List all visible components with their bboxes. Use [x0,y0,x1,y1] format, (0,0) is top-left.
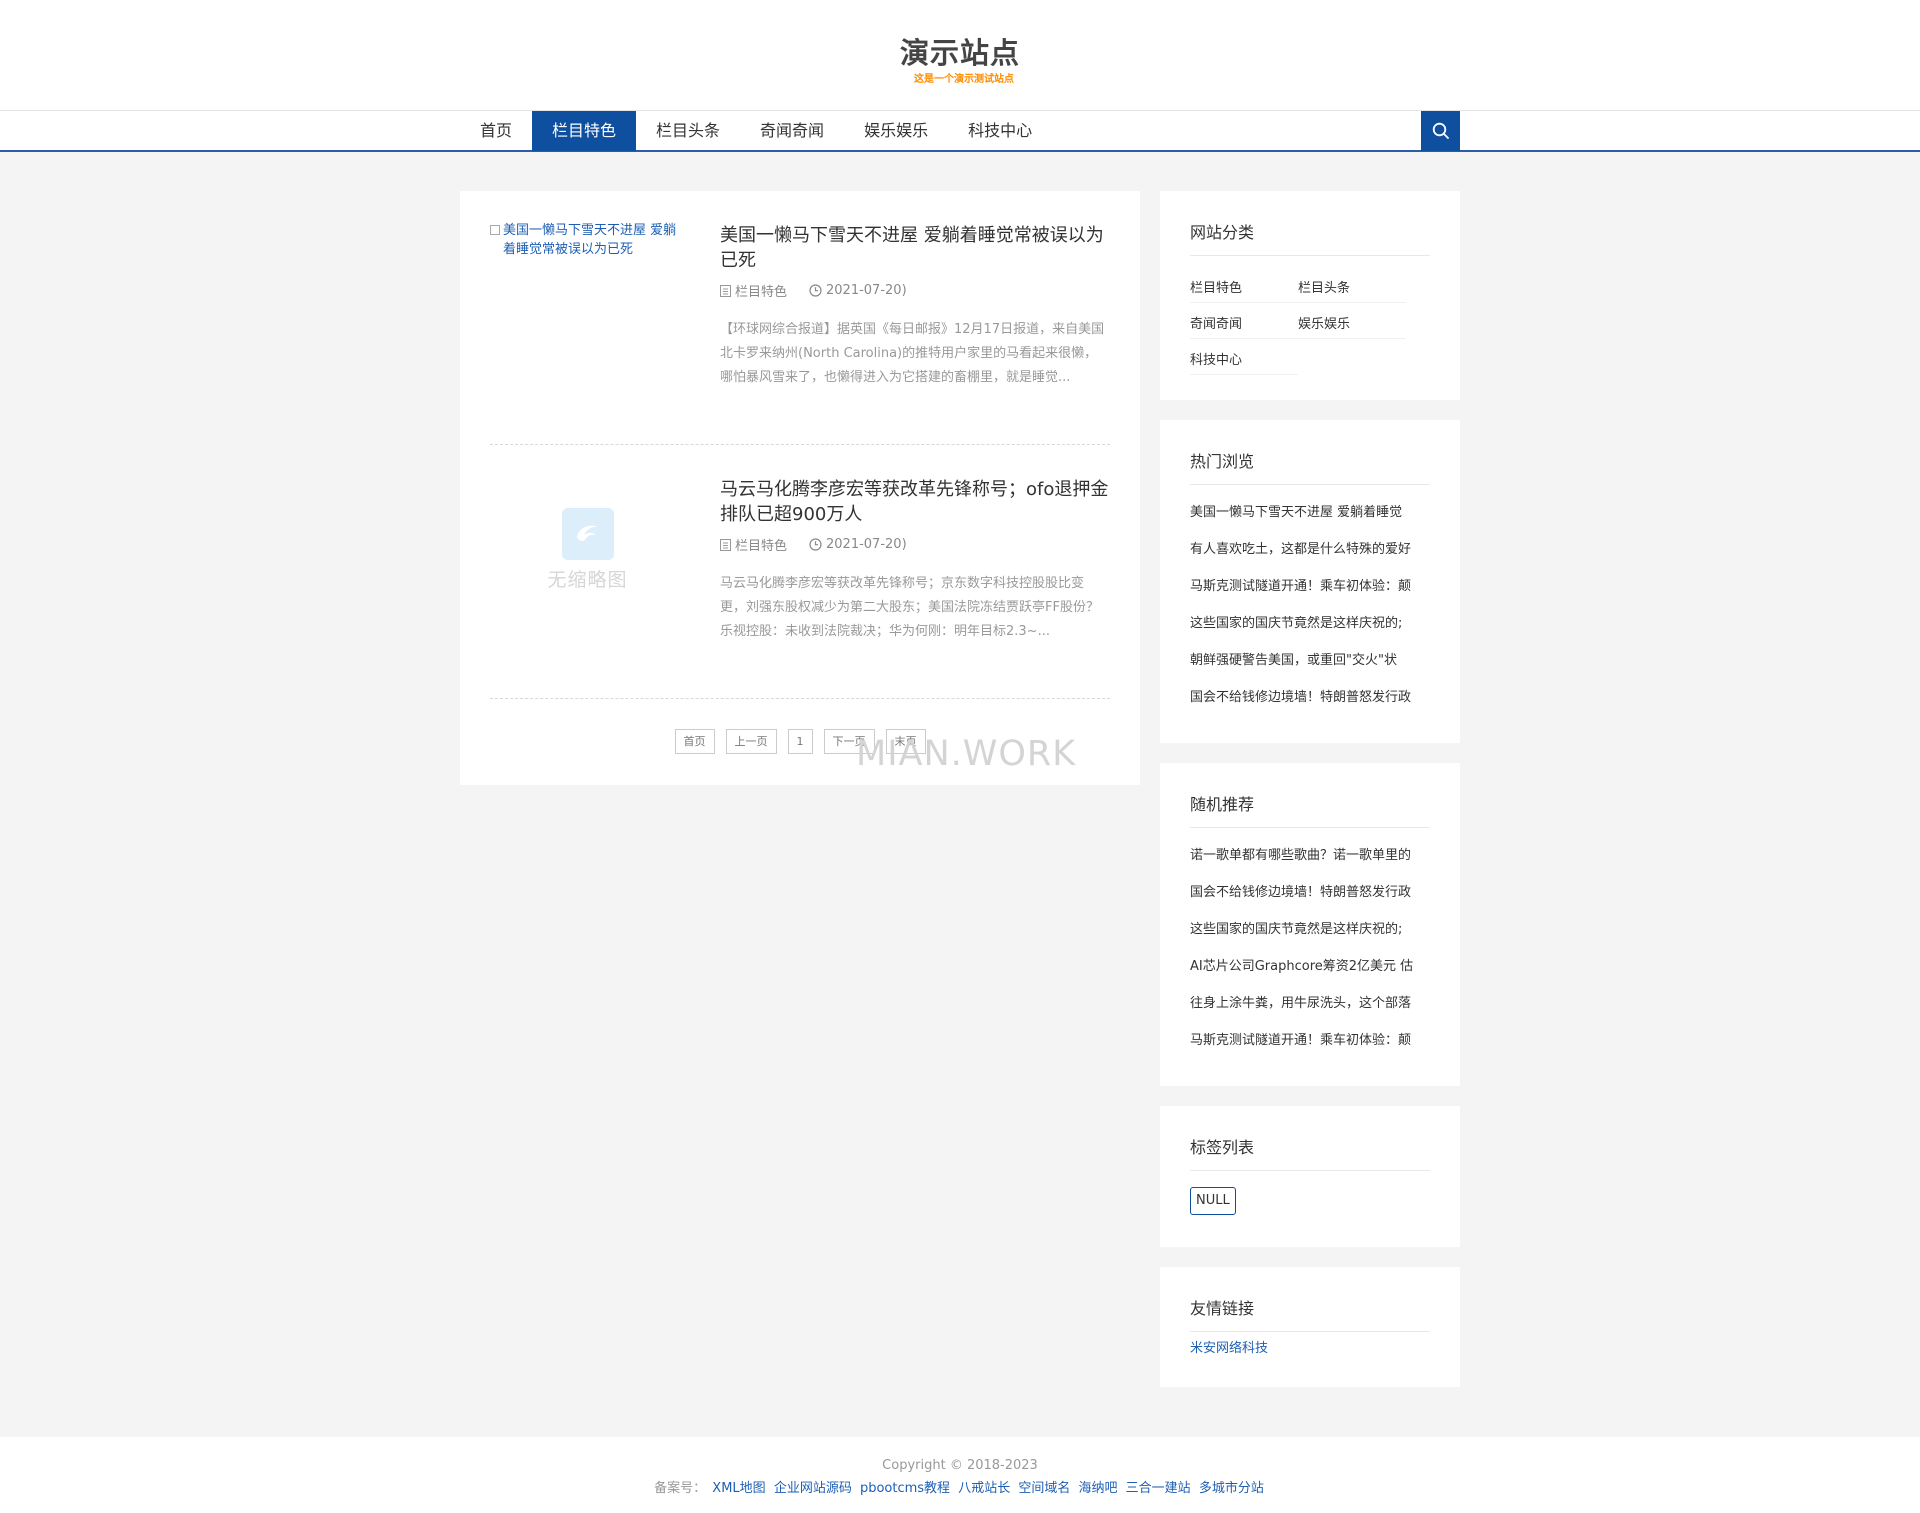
article-thumbnail[interactable]: 美国一懒马下雪天不进屋 爱躺着睡觉常被误以为已死 [490,221,685,371]
list-item[interactable]: 国会不给钱修边境墙！特朗普怒发行政 [1190,685,1430,722]
widget-categories: 网站分类 栏目特色 栏目头条 奇闻奇闻 娱乐娱乐 科技中心 [1160,191,1460,400]
article-meta: 栏目特色 2021-07-20) [720,535,907,554]
nav-item-lanmu-toutiao[interactable]: 栏目头条 [636,111,740,151]
article-date-text: 2021-07-20) [826,537,907,552]
widget-random: 随机推荐 诺一歌单都有哪些歌曲？诺一歌单里的 国会不给钱修边境墙！特朗普怒发行政… [1160,763,1460,1086]
footer-link[interactable]: 空间域名 [1018,1481,1070,1496]
list-item[interactable]: 朝鲜强硬警告美国，或重回"交火"状 [1190,648,1430,685]
beian-label: 备案号： [654,1481,707,1496]
widget-title: 标签列表 [1190,1134,1430,1171]
article-title[interactable]: 马云马化腾李彦宏等获改革先锋称号；ofo退押金排队已超900万人 [720,477,1115,527]
nav-item-home[interactable]: 首页 [460,111,532,151]
list-item[interactable]: AI芯片公司Graphcore筹资2亿美元 估 [1190,954,1430,991]
article-date: 2021-07-20) [809,537,907,552]
article-category-label: 栏目特色 [735,285,788,300]
main-navbar: 首页 栏目特色 栏目头条 奇闻奇闻 娱乐娱乐 科技中心 [0,110,1920,152]
nav-item-qiwen[interactable]: 奇闻奇闻 [740,111,844,151]
category-icon [720,284,731,297]
article-category[interactable]: 栏目特色 [720,535,787,554]
no-thumbnail-icon [561,508,614,560]
article-date: 2021-07-20) [809,283,907,298]
search-button[interactable] [1421,111,1460,151]
footer-link[interactable]: 三合一建站 [1126,1481,1191,1496]
pager-first[interactable]: 首页 [674,729,715,754]
list-item[interactable]: 马斯克测试隧道开通！乘车初体验：颠 [1190,1028,1430,1065]
category-item[interactable]: 科技中心 [1190,343,1298,375]
footer-link[interactable]: 海纳吧 [1079,1481,1118,1496]
category-item[interactable]: 栏目特色 [1190,271,1298,303]
article-category-label: 栏目特色 [735,539,788,554]
article-meta: 栏目特色 2021-07-20) [720,281,907,300]
list-item[interactable]: 这些国家的国庆节竟然是这样庆祝的; [1190,917,1430,954]
footer-links: 备案号： XML地图 企业网站源码 pbootcms教程 八戒站长 空间域名 海… [0,1477,1920,1496]
article-category[interactable]: 栏目特色 [720,281,787,300]
pager-prev[interactable]: 上一页 [725,729,777,754]
site-footer: Copyright © 2018-2023 备案号： XML地图 企业网站源码 … [0,1437,1920,1513]
footer-link[interactable]: 八戒站长 [958,1481,1010,1496]
list-item[interactable]: 马斯克测试隧道开通！乘车初体验：颠 [1190,574,1430,611]
widget-title: 随机推荐 [1190,791,1430,828]
nav-item-keji[interactable]: 科技中心 [948,111,1052,151]
list-item: 美国一懒马下雪天不进屋 爱躺着睡觉常被误以为已死 美国一懒马下雪天不进屋 爱躺着… [490,191,1110,445]
nav-item-yule[interactable]: 娱乐娱乐 [844,111,948,151]
hot-list: 美国一懒马下雪天不进屋 爱躺着睡觉 有人喜欢吃土，这都是什么特殊的爱好 马斯克测… [1190,500,1430,722]
list-item[interactable]: 这些国家的国庆节竟然是这样庆祝的; [1190,611,1430,648]
copyright-text: Copyright © 2018-2023 [882,1458,1038,1473]
widget-hot: 热门浏览 美国一懒马下雪天不进屋 爱躺着睡觉 有人喜欢吃土，这都是什么特殊的爱好… [1160,420,1460,743]
widget-title: 友情链接 [1190,1295,1430,1332]
footer-link[interactable]: pbootcms教程 [860,1481,950,1496]
article-thumbnail[interactable]: 无缩略图 [490,475,685,625]
widget-links: 友情链接 米安网络科技 [1160,1267,1460,1387]
list-item[interactable]: 诺一歌单都有哪些歌曲？诺一歌单里的 [1190,843,1430,880]
clock-icon [809,284,822,297]
widget-title: 热门浏览 [1190,448,1430,485]
category-item[interactable]: 奇闻奇闻 [1190,307,1298,339]
category-item[interactable]: 栏目头条 [1298,271,1406,303]
random-list: 诺一歌单都有哪些歌曲？诺一歌单里的 国会不给钱修边境墙！特朗普怒发行政 这些国家… [1190,843,1430,1065]
list-item: 无缩略图 马云马化腾李彦宏等获改革先锋称号；ofo退押金排队已超900万人 栏目… [490,445,1110,699]
footer-link[interactable]: 多城市分站 [1199,1481,1264,1496]
article-excerpt: 马云马化腾李彦宏等获改革先锋称号；京东数字科技控股股比变更，刘强东股权减少为第二… [720,576,1099,639]
footer-link-xml-map[interactable]: XML地图 [712,1481,765,1496]
list-item[interactable]: 往身上涂牛粪，用牛尿洗头，这个部落 [1190,991,1430,1028]
list-item[interactable]: 国会不给钱修边境墙！特朗普怒发行政 [1190,880,1430,917]
category-icon [720,538,731,551]
broken-image-icon [490,225,500,235]
no-thumbnail-text: 无缩略图 [547,569,628,591]
site-header: 演示站点 这是一个演示测试站点 [0,0,1920,110]
article-excerpt: 【环球网综合报道】据英国《每日邮报》12月17日报道，来自美国北卡罗来纳州(No… [720,322,1105,385]
nav-item-lanmu-tese[interactable]: 栏目特色 [532,111,637,151]
widget-tags: 标签列表 NULL [1160,1106,1460,1247]
friend-link[interactable]: 米安网络科技 [1190,1337,1268,1356]
list-item[interactable]: 美国一懒马下雪天不进屋 爱躺着睡觉 [1190,500,1430,537]
article-title[interactable]: 美国一懒马下雪天不进屋 爱躺着睡觉常被误以为已死 [720,223,1115,273]
search-icon [1432,122,1449,139]
article-list: 美国一懒马下雪天不进屋 爱躺着睡觉常被误以为已死 美国一懒马下雪天不进屋 爱躺着… [460,191,1140,785]
site-subtitle: 这是一个演示测试站点 [914,74,1014,85]
list-item[interactable]: 有人喜欢吃土，这都是什么特殊的爱好 [1190,537,1430,574]
thumbnail-alt-text: 美国一懒马下雪天不进屋 爱躺着睡觉常被误以为已死 [503,223,677,257]
clock-icon [809,538,822,551]
watermark: MIAN.WORK [856,734,1077,774]
tag-item[interactable]: NULL [1190,1187,1236,1215]
footer-link[interactable]: 企业网站源码 [774,1481,852,1496]
nav-menu: 首页 栏目特色 栏目头条 奇闻奇闻 娱乐娱乐 科技中心 [460,111,1052,151]
category-item[interactable]: 娱乐娱乐 [1298,307,1406,339]
pager-page-1[interactable]: 1 [787,729,813,754]
site-title[interactable]: 演示站点 [0,30,1920,72]
article-date-text: 2021-07-20) [826,283,907,298]
widget-title: 网站分类 [1190,219,1430,256]
